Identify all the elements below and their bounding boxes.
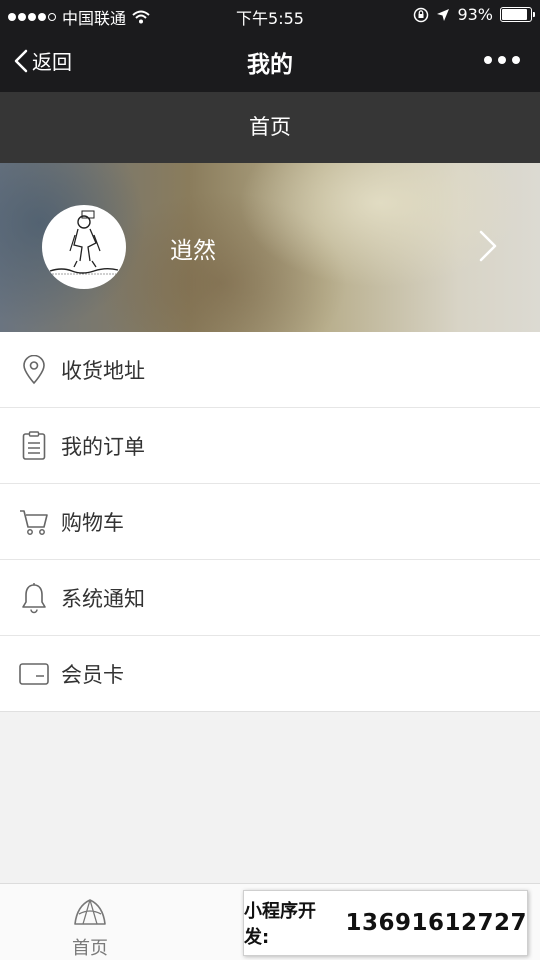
chevron-right-icon (479, 230, 497, 262)
battery-percent: 93% (457, 5, 493, 24)
menu-item-notifications[interactable]: 系统通知 (0, 560, 540, 636)
menu-item-orders[interactable]: 我的订单 (0, 408, 540, 484)
location-pin-icon (19, 354, 49, 385)
location-arrow-icon (437, 8, 450, 21)
tab-home[interactable]: 首页 (50, 896, 130, 960)
profile-banner[interactable]: 逍然 (0, 163, 540, 332)
menu-item-membership-card[interactable]: 会员卡 (0, 636, 540, 712)
nav-title: 我的 (247, 52, 293, 78)
orientation-lock-icon (414, 7, 429, 22)
battery-fill (502, 9, 527, 20)
menu-item-label: 会员卡 (61, 662, 124, 687)
menu-item-cart[interactable]: 购物车 (0, 484, 540, 560)
menu-item-label: 我的订单 (61, 434, 145, 459)
profile-name: 逍然 (170, 238, 216, 264)
more-dot-icon (498, 56, 506, 64)
promo-phone: 13691612727 (345, 910, 527, 936)
home-tent-icon (74, 899, 106, 925)
cart-icon (19, 507, 49, 537)
more-dot-icon (484, 56, 492, 64)
menu-item-label: 收货地址 (61, 358, 145, 383)
more-options-button[interactable] (484, 56, 520, 64)
avatar[interactable] (42, 205, 126, 289)
clipboard-icon (19, 430, 49, 461)
card-icon (19, 659, 49, 689)
more-dot-icon (512, 56, 520, 64)
menu-list: 收货地址 我的订单 购物车 系统通知 会员卡 (0, 332, 540, 712)
promo-banner: 小程序开发: 13691612727 (243, 890, 528, 956)
navigation-bar: 返回 我的 (0, 30, 540, 92)
status-right: 93% (413, 5, 535, 24)
page-header: 首页 (0, 92, 540, 163)
bell-icon (19, 582, 49, 613)
promo-label: 小程序开发: (244, 901, 316, 948)
menu-item-label: 购物车 (61, 510, 124, 535)
tab-home-label: 首页 (72, 938, 108, 959)
avatar-sketch-image (49, 210, 119, 275)
menu-item-label: 系统通知 (61, 586, 145, 611)
status-bar: 中国联通 下午5:55 93% (0, 0, 540, 30)
battery-icon (500, 7, 535, 22)
menu-item-address[interactable]: 收货地址 (0, 332, 540, 408)
